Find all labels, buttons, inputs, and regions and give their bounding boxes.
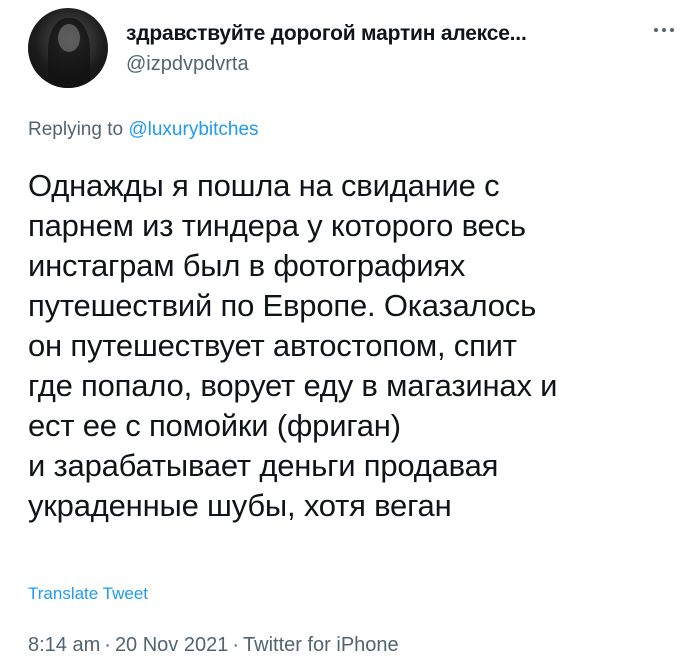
author-handle[interactable]: @izpdvpdvrta — [126, 53, 249, 76]
reply-mention-link[interactable]: @luxurybitches — [128, 119, 258, 140]
more-horizontal-icon — [654, 28, 658, 32]
tweet-source[interactable]: Twitter for iPhone — [243, 634, 399, 656]
author-display-name[interactable]: здравствуйте дорогой мартин алексе... — [126, 22, 527, 46]
tweet-time[interactable]: 8:14 am — [28, 634, 100, 656]
meta-separator: · — [232, 634, 240, 656]
tweet: здравствуйте дорогой мартин алексе... @i… — [0, 0, 700, 667]
replying-to-label: Replying to — [28, 119, 129, 140]
tweet-meta: 8:14 am · 20 Nov 2021 · Twitter for iPhone — [28, 634, 399, 657]
tweet-text-line: инстаграм был в фотографиях — [28, 248, 466, 283]
tweet-text-line: путешествий по Европе. Оказалось — [28, 288, 537, 323]
tweet-text: Однажды я пошла на свидание с парнем из … — [28, 166, 688, 526]
tweet-text-line: где попало, ворует еду в магазинах и — [28, 368, 558, 403]
tweet-text-line: Однажды я пошла на свидание с — [28, 168, 500, 203]
tweet-date[interactable]: 20 Nov 2021 — [115, 634, 228, 656]
more-horizontal-icon — [670, 28, 674, 32]
tweet-text-line: ест ее с помойки (фриган) — [28, 408, 401, 443]
tweet-text-line: он путешествует автостопом, спит — [28, 328, 517, 363]
more-options-button[interactable] — [644, 18, 684, 42]
tweet-text-line: и зарабатывает деньги продавая — [28, 448, 499, 483]
more-horizontal-icon — [662, 28, 666, 32]
tweet-text-line: украденные шубы, хотя веган — [28, 488, 452, 523]
avatar-face — [58, 24, 80, 52]
meta-separator: · — [104, 634, 111, 656]
tweet-text-line: парнем из тиндера у которого весь — [28, 208, 526, 243]
replying-to: Replying to @luxurybitches — [28, 119, 259, 141]
author-avatar[interactable] — [28, 8, 108, 88]
translate-tweet-link[interactable]: Translate Tweet — [28, 584, 148, 604]
